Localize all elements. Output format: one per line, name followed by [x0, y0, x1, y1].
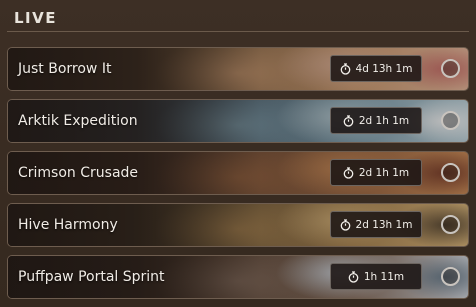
event-timer-text: 2d 1h 1m	[358, 166, 410, 179]
event-row[interactable]: Hive Harmony 2d 13h 1m	[7, 203, 469, 247]
live-events-panel: LIVE Just Borrow It 4d 13h 1m Arktik Exped…	[0, 0, 476, 307]
event-timer-text: 2d 1h 1m	[358, 114, 410, 127]
event-title: Just Borrow It	[18, 61, 112, 77]
event-timer-badge: 2d 13h 1m	[330, 211, 422, 238]
event-timer-badge: 2d 1h 1m	[330, 107, 422, 134]
event-title: Arktik Expedition	[18, 113, 138, 129]
event-row[interactable]: Puffpaw Portal Sprint 1h 11m	[7, 255, 469, 299]
event-select-radio[interactable]	[441, 163, 460, 182]
event-select-radio[interactable]	[441, 59, 460, 78]
event-row[interactable]: Arktik Expedition 2d 1h 1m	[7, 99, 469, 143]
stopwatch-icon	[343, 166, 354, 179]
event-timer-badge: 4d 13h 1m	[330, 55, 422, 82]
event-timer-text: 1h 11m	[363, 270, 405, 283]
stopwatch-icon	[343, 114, 354, 127]
event-select-radio[interactable]	[441, 267, 460, 286]
event-select-radio[interactable]	[441, 111, 460, 130]
header-divider	[7, 31, 469, 32]
event-list: Just Borrow It 4d 13h 1m Arktik Expedition…	[7, 47, 469, 307]
event-title: Hive Harmony	[18, 217, 118, 233]
stopwatch-icon	[340, 62, 351, 75]
section-title: LIVE	[14, 9, 57, 27]
event-timer-badge: 1h 11m	[330, 263, 422, 290]
stopwatch-icon	[340, 218, 351, 231]
event-row[interactable]: Just Borrow It 4d 13h 1m	[7, 47, 469, 91]
event-row[interactable]: Crimson Crusade 2d 1h 1m	[7, 151, 469, 195]
event-select-radio[interactable]	[441, 215, 460, 234]
stopwatch-icon	[348, 270, 359, 283]
event-title: Puffpaw Portal Sprint	[18, 269, 165, 285]
event-timer-text: 2d 13h 1m	[355, 218, 413, 231]
event-title: Crimson Crusade	[18, 165, 139, 181]
event-timer-badge: 2d 1h 1m	[330, 159, 422, 186]
event-timer-text: 4d 13h 1m	[355, 62, 413, 75]
